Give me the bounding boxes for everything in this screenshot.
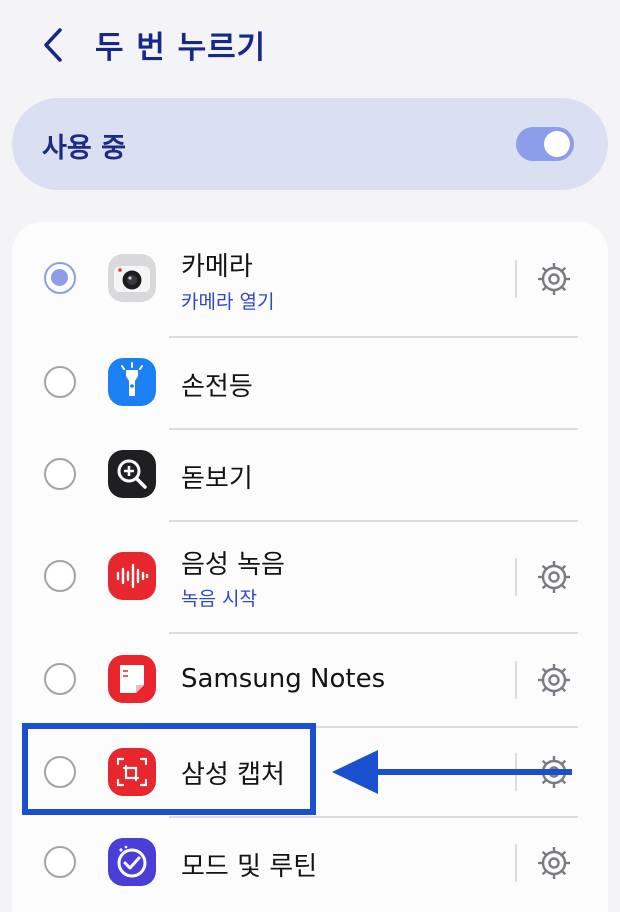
notes-icon <box>108 655 156 703</box>
option-title: 손전등 <box>181 372 253 402</box>
option-title: 음성 녹음 <box>181 550 285 580</box>
gear-icon <box>538 664 570 696</box>
radio-button[interactable] <box>44 366 76 398</box>
settings-button[interactable] <box>534 843 574 883</box>
option-title: 모드 및 루틴 <box>181 852 318 882</box>
settings-button[interactable] <box>534 557 574 597</box>
settings-button[interactable] <box>534 660 574 700</box>
magnifier-icon <box>108 450 156 498</box>
vertical-divider <box>515 661 517 699</box>
option-row-samsung-notes[interactable]: Samsung Notes <box>12 634 608 726</box>
left-arrow-icon <box>332 750 572 794</box>
master-toggle[interactable] <box>516 127 574 161</box>
radio-button[interactable] <box>44 262 76 294</box>
option-row-camera[interactable]: 카메라 카메라 열기 <box>12 232 608 336</box>
option-row-flashlight[interactable]: 손전등 <box>12 338 608 428</box>
option-title: 돋보기 <box>181 464 253 494</box>
camera-icon <box>108 254 156 302</box>
vertical-divider <box>515 558 517 596</box>
gear-icon <box>538 263 570 295</box>
modes-routines-icon <box>108 838 156 886</box>
radio-button[interactable] <box>44 458 76 490</box>
gear-icon <box>538 561 570 593</box>
radio-button[interactable] <box>44 846 76 878</box>
settings-button[interactable] <box>534 259 574 299</box>
flashlight-icon <box>108 358 156 406</box>
back-button[interactable] <box>38 26 72 64</box>
highlight-box <box>22 723 316 815</box>
option-row-voice-recorder[interactable]: 음성 녹음 녹음 시작 <box>12 522 608 632</box>
option-title: 카메라 <box>181 252 253 282</box>
option-row-modes-routines[interactable]: 모드 및 루틴 <box>12 818 608 908</box>
radio-button[interactable] <box>44 663 76 695</box>
toggle-knob <box>544 131 570 157</box>
page-title: 두 번 누르기 <box>95 30 267 66</box>
chevron-left-icon <box>44 28 62 62</box>
option-row-magnifier[interactable]: 돋보기 <box>12 430 608 520</box>
radio-button[interactable] <box>44 560 76 592</box>
option-title: Samsung Notes <box>181 664 386 694</box>
vertical-divider <box>515 844 517 882</box>
vertical-divider <box>515 260 517 298</box>
voice-recorder-icon <box>108 552 156 600</box>
header: 두 번 누르기 <box>0 0 620 92</box>
master-switch-label: 사용 중 <box>42 133 126 164</box>
master-switch-bar[interactable]: 사용 중 <box>12 98 608 190</box>
option-subtitle: 카메라 열기 <box>181 291 275 313</box>
option-subtitle: 녹음 시작 <box>181 588 257 610</box>
gear-icon <box>538 847 570 879</box>
